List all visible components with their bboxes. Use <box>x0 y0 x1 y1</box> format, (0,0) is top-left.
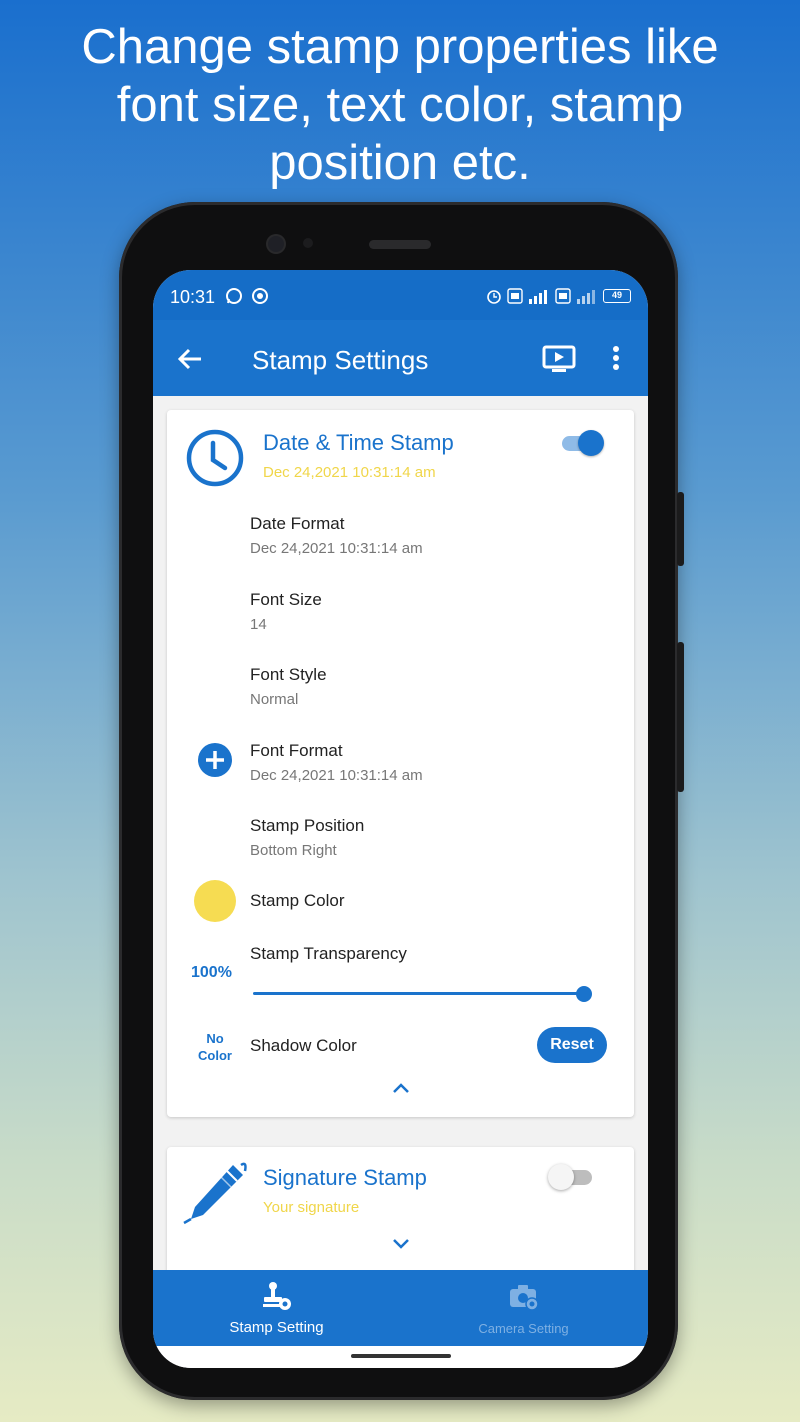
setting-stamp-position[interactable]: Stamp Position Bottom Right <box>250 816 364 859</box>
slider-rail <box>253 992 583 995</box>
phone-volume-button <box>677 642 684 792</box>
stamp-settings-icon <box>263 1282 291 1310</box>
slider-thumb[interactable] <box>576 986 592 1002</box>
camera-settings-icon <box>510 1285 539 1311</box>
signal-icon <box>529 290 547 304</box>
date-time-stamp-title: Date & Time Stamp <box>263 430 454 455</box>
home-indicator[interactable] <box>351 1354 451 1358</box>
volte-icon <box>555 288 571 304</box>
signature-stamp-preview: Your signature <box>263 1199 360 1216</box>
date-time-stamp-preview: Dec 24,2021 10:31:14 am <box>263 464 436 481</box>
status-time: 10:31 <box>170 287 216 307</box>
nav-stamp-setting[interactable]: Stamp Setting <box>153 1270 400 1346</box>
status-right-icons: 49 <box>486 288 631 304</box>
status-bar: 10:31 49 <box>153 270 648 320</box>
transparency-percent: 100% <box>191 964 232 981</box>
date-time-stamp-toggle[interactable] <box>558 430 604 456</box>
pen-icon <box>183 1162 247 1225</box>
bottom-navigation: Stamp Setting Camera Setting <box>153 1270 648 1346</box>
transparency-slider[interactable] <box>253 986 592 1002</box>
front-camera <box>268 236 284 252</box>
chevron-up-icon[interactable] <box>391 1081 411 1095</box>
setting-shadow-color[interactable]: Shadow Color <box>250 1036 357 1056</box>
signal-icon <box>577 290 595 304</box>
cast-icon[interactable] <box>542 345 576 373</box>
whatsapp-icon <box>226 288 242 304</box>
volte-icon <box>507 288 523 304</box>
signature-stamp-title: Signature Stamp <box>263 1165 427 1190</box>
back-arrow-icon[interactable] <box>175 344 205 374</box>
shadow-no-color-swatch[interactable]: No Color <box>193 1030 237 1064</box>
signature-stamp-toggle[interactable] <box>548 1164 594 1190</box>
setting-font-format[interactable]: Font Format Dec 24,2021 10:31:14 am <box>250 741 423 784</box>
clock-icon <box>186 429 244 487</box>
reset-button[interactable]: Reset <box>537 1027 607 1063</box>
phone-speaker <box>369 240 431 249</box>
app-bar: Stamp Settings <box>153 320 648 396</box>
phone-screen: 10:31 49 Stamp Settings Date & Time Stam… <box>153 270 648 1368</box>
setting-date-format[interactable]: Date Format Dec 24,2021 10:31:14 am <box>250 514 423 557</box>
setting-stamp-transparency: Stamp Transparency <box>250 944 407 963</box>
promo-headline: Change stamp properties like font size, … <box>81 20 719 190</box>
date-time-stamp-card: Date & Time Stamp Dec 24,2021 10:31:14 a… <box>167 410 634 1117</box>
alarm-icon <box>487 290 501 304</box>
setting-stamp-color[interactable]: Stamp Color <box>250 891 344 911</box>
stamp-color-swatch[interactable] <box>194 880 236 922</box>
app-notification-icon <box>252 288 268 304</box>
setting-font-style[interactable]: Font Style Normal <box>250 665 327 708</box>
chevron-down-icon[interactable] <box>391 1237 411 1251</box>
setting-font-size[interactable]: Font Size 14 <box>250 590 322 633</box>
battery-icon: 49 <box>603 289 631 303</box>
nav-camera-setting[interactable]: Camera Setting <box>400 1270 647 1346</box>
more-vert-icon[interactable] <box>606 345 626 373</box>
gesture-bar-area <box>153 1346 648 1368</box>
signature-stamp-card: Signature Stamp Your signature <box>167 1147 634 1287</box>
page-title: Stamp Settings <box>252 345 429 375</box>
phone-side-button <box>677 492 684 566</box>
proximity-sensor <box>303 238 313 248</box>
add-circle-icon[interactable] <box>197 742 233 778</box>
